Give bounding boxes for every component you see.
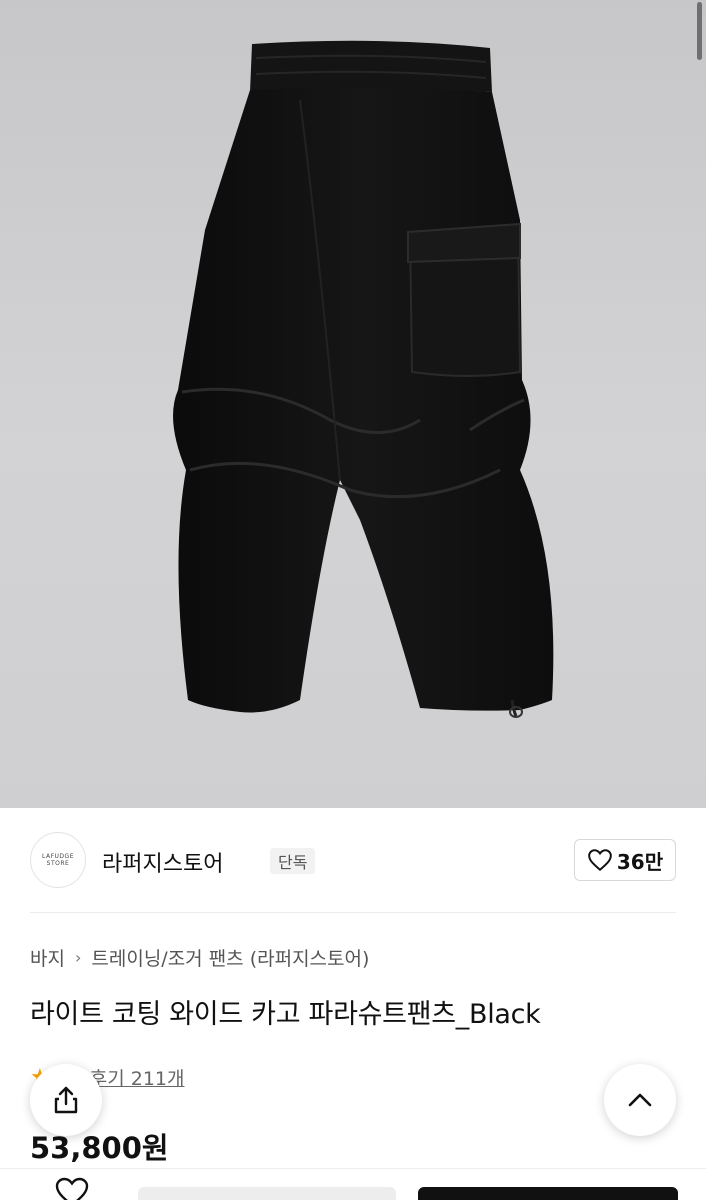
brand-logo[interactable]: LAFUDGE STORE bbox=[30, 832, 86, 888]
gift-button[interactable] bbox=[138, 1187, 396, 1200]
share-icon bbox=[54, 1086, 78, 1114]
heart-icon bbox=[588, 849, 612, 872]
brand-like-button[interactable]: 36만 bbox=[574, 839, 676, 881]
product-title: 라이트 코팅 와이드 카고 파라슈트팬츠_Black bbox=[30, 999, 541, 1030]
share-button[interactable] bbox=[30, 1064, 102, 1136]
buy-button[interactable] bbox=[418, 1187, 678, 1200]
chevron-right-icon: › bbox=[74, 948, 82, 967]
image-scrollbar[interactable] bbox=[697, 2, 702, 60]
breadcrumb: 바지 › 트레이닝/조거 팬츠 (라퍼지스토어) bbox=[30, 944, 369, 971]
brand-name[interactable]: 라퍼지스토어 bbox=[102, 846, 223, 878]
exclusive-badge: 단독 bbox=[270, 848, 316, 874]
review-count-link[interactable]: 후기 211개 bbox=[90, 1064, 185, 1091]
divider bbox=[30, 912, 676, 913]
bottom-action-bar bbox=[0, 1168, 706, 1200]
scroll-to-top-button[interactable] bbox=[604, 1064, 676, 1136]
breadcrumb-category[interactable]: 바지 bbox=[30, 944, 65, 971]
chevron-up-icon bbox=[628, 1093, 652, 1107]
brand-row[interactable]: LAFUDGE STORE 라퍼지스토어 단독 36만 bbox=[30, 832, 676, 888]
brand-logo-text: LAFUDGE STORE bbox=[42, 852, 74, 867]
heart-icon[interactable] bbox=[54, 1177, 90, 1200]
breadcrumb-subcategory[interactable]: 트레이닝/조거 팬츠 (라퍼지스토어) bbox=[91, 944, 369, 971]
product-image[interactable] bbox=[0, 0, 706, 808]
product-photo-pants bbox=[173, 40, 554, 718]
like-count: 36만 bbox=[616, 849, 664, 874]
